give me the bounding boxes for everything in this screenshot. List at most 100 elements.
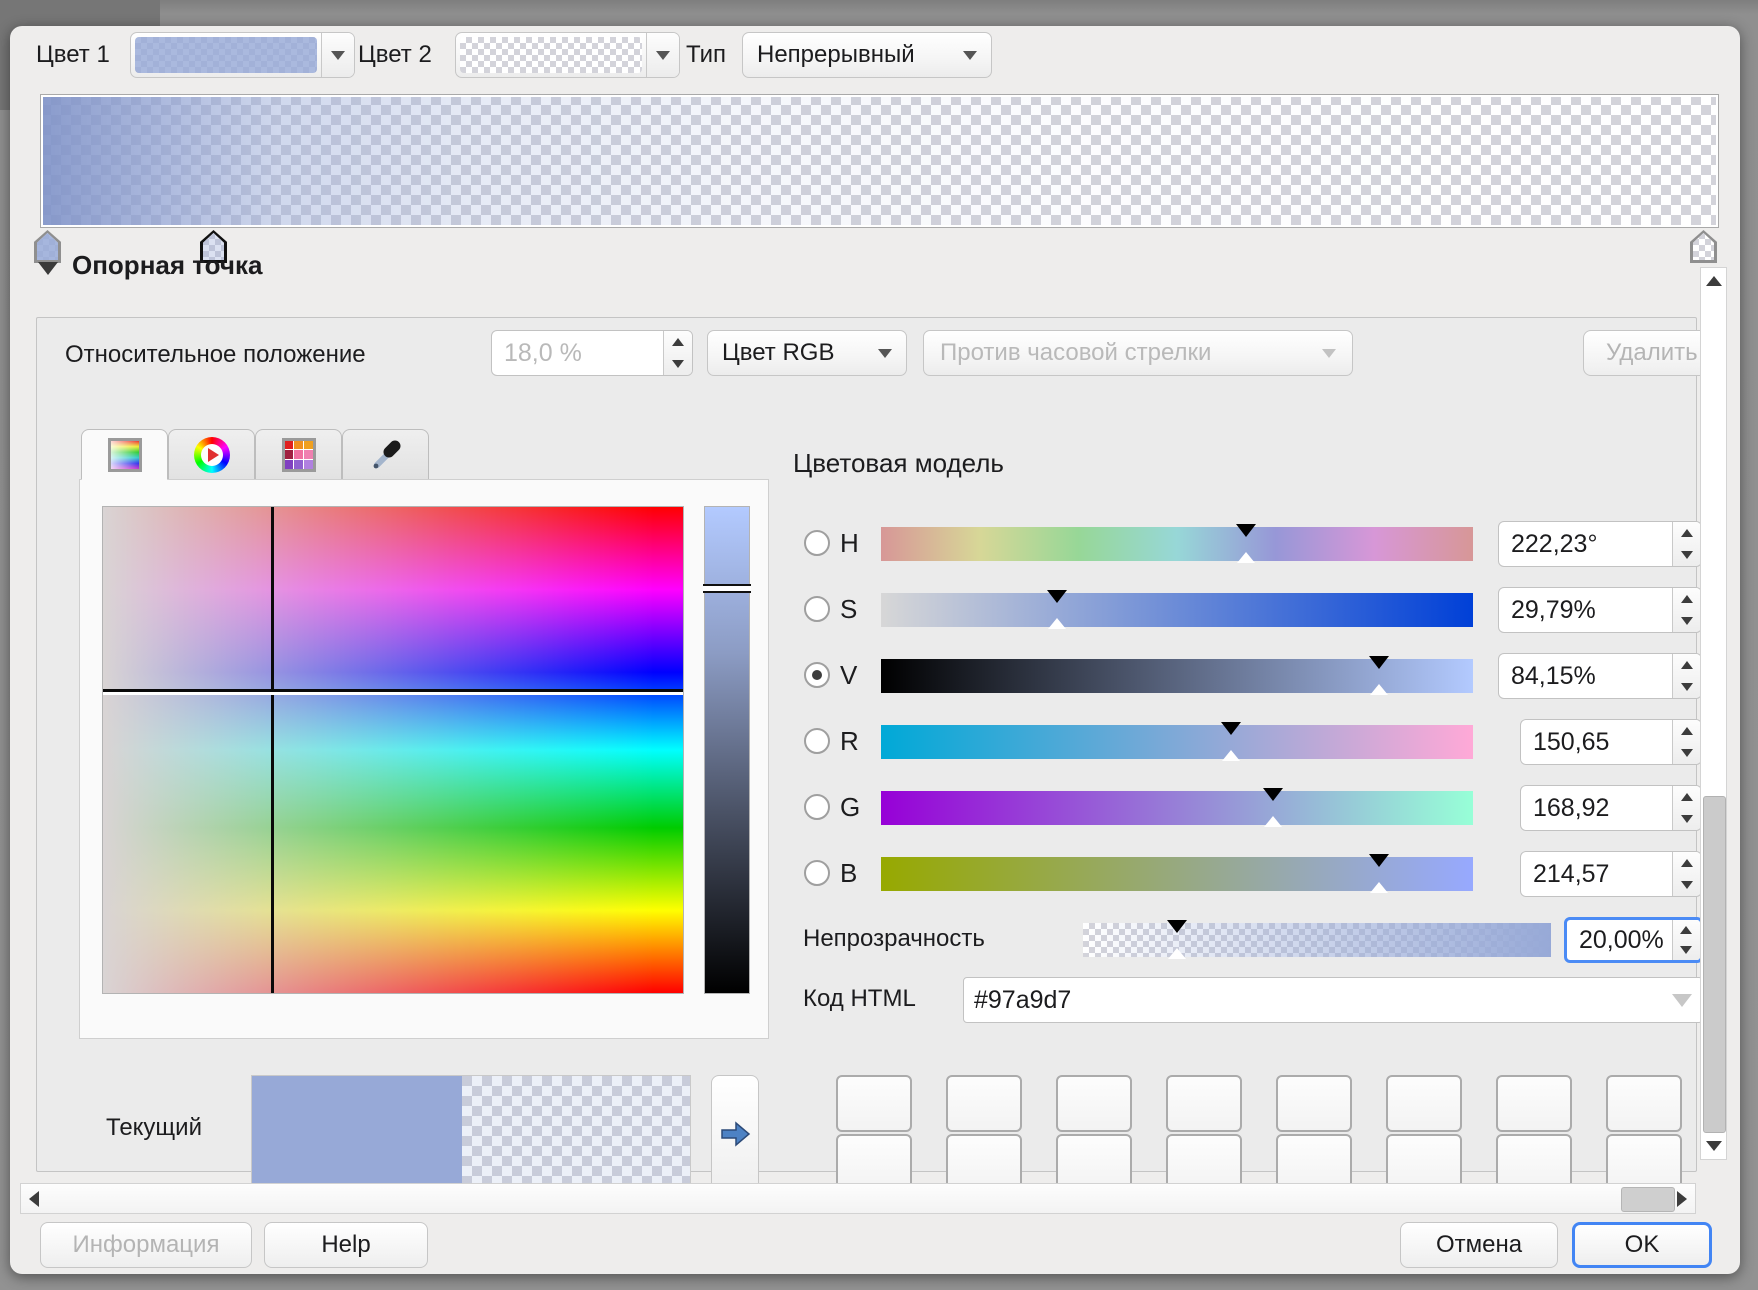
tab-spectrum-picker[interactable] <box>81 429 168 480</box>
channel-letter: G <box>840 792 860 823</box>
channel-letter: R <box>840 726 859 757</box>
horizontal-scrollbar[interactable] <box>20 1183 1696 1214</box>
r-spinner[interactable]: 150,65 <box>1520 719 1702 765</box>
b-slider[interactable] <box>881 857 1473 891</box>
r-value: 150,65 <box>1521 720 1672 764</box>
recent-swatch[interactable] <box>1276 1075 1352 1132</box>
section-header: Опорная точка <box>72 250 262 280</box>
ok-button-label: OK <box>1625 1231 1660 1259</box>
gradient-preview-fill <box>43 97 1716 225</box>
scroll-up-icon[interactable] <box>1706 276 1722 286</box>
hue-saturation-field[interactable] <box>102 506 684 994</box>
spinner-stepper[interactable] <box>663 331 692 375</box>
h-slider[interactable] <box>881 527 1473 561</box>
stop-properties-panel: Относительное положение 18,0 % Цвет RGB … <box>36 317 1697 1172</box>
crosshair-horizontal <box>103 689 683 695</box>
html-code-input[interactable]: #97a9d7 <box>963 977 1703 1023</box>
saturation-overlay <box>103 507 683 993</box>
g-slider[interactable] <box>881 791 1473 825</box>
relative-position-spinner[interactable]: 18,0 % <box>491 330 693 376</box>
relative-position-value: 18,0 % <box>492 331 663 375</box>
b-spinner[interactable]: 214,57 <box>1520 851 1702 897</box>
spinner-stepper[interactable] <box>1672 654 1701 698</box>
ok-button[interactable]: OK <box>1572 1222 1712 1268</box>
tab-color-wheel[interactable] <box>168 429 255 480</box>
scroll-right-icon[interactable] <box>1677 1191 1687 1207</box>
chevron-down-icon <box>331 51 345 60</box>
html-code-label: Код HTML <box>803 984 916 1014</box>
collapse-triangle-icon[interactable] <box>38 262 58 275</box>
tab-eyedropper[interactable] <box>342 429 429 480</box>
radio-h[interactable] <box>804 530 830 556</box>
v-slider[interactable] <box>881 659 1473 693</box>
spinner-stepper[interactable] <box>1672 920 1700 960</box>
chevron-down-icon <box>1322 349 1336 358</box>
type-dropdown[interactable]: Непрерывный <box>742 32 992 78</box>
color2-label: Цвет 2 <box>358 40 432 70</box>
radio-g[interactable] <box>804 794 830 820</box>
vertical-scrollbar[interactable] <box>1700 267 1727 1160</box>
recent-swatch[interactable] <box>1166 1075 1242 1132</box>
spinner-stepper[interactable] <box>1672 588 1701 632</box>
recent-swatch[interactable] <box>836 1075 912 1132</box>
channel-letter: H <box>840 528 859 559</box>
radio-v[interactable] <box>804 662 830 688</box>
recent-swatch[interactable] <box>1386 1075 1462 1132</box>
cancel-button[interactable]: Отмена <box>1400 1222 1558 1268</box>
spinner-stepper[interactable] <box>1672 786 1701 830</box>
help-button[interactable]: Help <box>264 1222 428 1268</box>
v-value: 84,15% <box>1499 654 1672 698</box>
color2-dropdown-arrow[interactable] <box>646 33 679 77</box>
recent-swatch[interactable] <box>946 1075 1022 1132</box>
tab-palette[interactable] <box>255 429 342 480</box>
spinner-stepper[interactable] <box>1672 522 1701 566</box>
delete-stop-button[interactable]: Удалить <box>1583 330 1713 376</box>
scroll-down-icon[interactable] <box>1706 1141 1722 1151</box>
spin-down-icon <box>672 360 684 368</box>
vertical-scroll-thumb[interactable] <box>1703 796 1726 1133</box>
color2-dropdown[interactable] <box>455 32 680 78</box>
opacity-slider[interactable] <box>1083 923 1551 957</box>
v-spinner[interactable]: 84,15% <box>1498 653 1702 699</box>
color2-swatch <box>460 37 642 73</box>
r-slider[interactable] <box>881 725 1473 759</box>
eyedropper-icon <box>368 437 404 473</box>
chevron-down-icon <box>963 51 977 60</box>
radio-s[interactable] <box>804 596 830 622</box>
radio-r[interactable] <box>804 728 830 754</box>
add-to-recent-button[interactable] <box>711 1075 759 1193</box>
chevron-down-icon <box>656 51 670 60</box>
gradient-preview-bar[interactable] <box>40 94 1719 228</box>
horizontal-scroll-thumb[interactable] <box>1621 1187 1675 1212</box>
current-color-fill <box>252 1076 690 1192</box>
color-mode-value: Цвет RGB <box>722 339 834 367</box>
type-label: Тип <box>686 40 726 70</box>
opacity-value: 20,00% <box>1567 920 1672 960</box>
h-value: 222,23° <box>1499 522 1672 566</box>
spinner-stepper[interactable] <box>1672 852 1701 896</box>
color-mode-dropdown[interactable]: Цвет RGB <box>707 330 907 376</box>
color-model-label: Цветовая модель <box>793 448 1004 478</box>
type-value: Непрерывный <box>757 41 915 69</box>
scroll-left-icon[interactable] <box>29 1191 39 1207</box>
crosshair-vertical <box>271 507 274 993</box>
gradient-stop-end[interactable] <box>1690 230 1717 263</box>
color1-dropdown[interactable] <box>130 32 355 78</box>
h-spinner[interactable]: 222,23° <box>1498 521 1702 567</box>
recent-swatch[interactable] <box>1496 1075 1572 1132</box>
s-spinner[interactable]: 29,79% <box>1498 587 1702 633</box>
recent-swatch[interactable] <box>1606 1075 1682 1132</box>
spinner-stepper[interactable] <box>1672 720 1701 764</box>
chevron-down-icon <box>1672 994 1692 1007</box>
s-slider[interactable] <box>881 593 1473 627</box>
desktop-background: Цвет 1 Цвет 2 Тип Непрерывный Опорная то… <box>0 0 1758 1290</box>
opacity-spinner[interactable]: 20,00% <box>1564 917 1703 963</box>
recent-swatch[interactable] <box>1056 1075 1132 1132</box>
value-slider[interactable] <box>704 506 750 994</box>
radio-b[interactable] <box>804 860 830 886</box>
color1-dropdown-arrow[interactable] <box>321 33 354 77</box>
g-spinner[interactable]: 168,92 <box>1520 785 1702 831</box>
opacity-label: Непрозрачность <box>803 924 985 954</box>
spectrum-icon <box>108 438 142 472</box>
gradient-stop-start[interactable] <box>34 230 61 263</box>
